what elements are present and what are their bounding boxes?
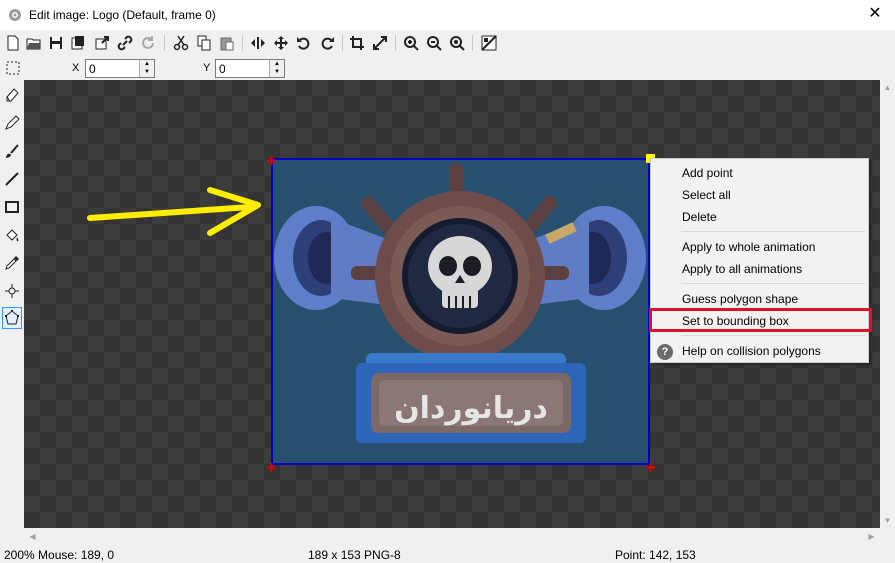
- copy-icon[interactable]: [194, 33, 214, 53]
- menu-separator: [681, 335, 865, 336]
- y-spinner-arrows[interactable]: ▲ ▼: [269, 60, 284, 77]
- menu-separator: [681, 283, 865, 284]
- status-size-format: 189 x 153 PNG-8: [308, 548, 401, 562]
- fill-icon[interactable]: [2, 224, 22, 246]
- paste-icon[interactable]: [217, 33, 237, 53]
- toolbar-separator: [164, 35, 165, 51]
- spin-down-icon[interactable]: ▼: [140, 68, 154, 76]
- annotation-arrow: [80, 185, 270, 240]
- crop-icon[interactable]: [347, 33, 367, 53]
- new-icon[interactable]: [3, 33, 23, 53]
- menu-item-guess-polygon[interactable]: Guess polygon shape: [651, 288, 868, 310]
- scroll-down-icon[interactable]: ▼: [880, 513, 895, 528]
- app-gear-icon: [7, 7, 23, 23]
- save-icon[interactable]: [46, 33, 66, 53]
- spin-up-icon[interactable]: ▲: [270, 60, 284, 68]
- menu-item-help-collision[interactable]: Help on collision polygons: [651, 340, 868, 362]
- menu-item-add-point[interactable]: Add point: [651, 162, 868, 184]
- menu-item-select-all[interactable]: Select all: [651, 184, 868, 206]
- context-menu: Add point Select all Delete Apply to who…: [650, 158, 869, 363]
- eyedropper-icon[interactable]: [2, 252, 22, 274]
- tools-bar: [0, 80, 24, 528]
- status-zoom-mouse: 200% Mouse: 189, 0: [4, 548, 115, 562]
- x-input[interactable]: [86, 60, 138, 77]
- zoom-in-icon[interactable]: [401, 33, 421, 53]
- y-spinner[interactable]: ▲▼: [215, 59, 285, 78]
- origin-icon[interactable]: [2, 280, 22, 302]
- rotate-right-icon[interactable]: [317, 33, 337, 53]
- bounding-box: [271, 158, 650, 465]
- window-title: Edit image: Logo (Default, frame 0): [29, 8, 216, 22]
- spin-down-icon[interactable]: ▼: [270, 68, 284, 76]
- title-bar: Edit image: Logo (Default, frame 0) ✕: [0, 0, 895, 30]
- pencil-icon[interactable]: [2, 112, 22, 134]
- toolbar-separator: [242, 35, 243, 51]
- cut-icon[interactable]: [171, 33, 191, 53]
- flip-horizontal-icon[interactable]: [248, 33, 268, 53]
- export-icon[interactable]: [92, 33, 112, 53]
- resize-icon[interactable]: [370, 33, 390, 53]
- highlight-box: [649, 308, 872, 332]
- close-button[interactable]: ✕: [855, 0, 895, 30]
- refresh-icon[interactable]: [138, 33, 158, 53]
- vertical-scrollbar[interactable]: ▲ ▼: [880, 80, 895, 528]
- link-icon[interactable]: [115, 33, 135, 53]
- horizontal-scrollbar[interactable]: ◀ ▶: [24, 528, 880, 545]
- image-settings-icon[interactable]: [479, 33, 499, 53]
- select-rect-icon[interactable]: [3, 58, 23, 78]
- y-label: Y: [203, 62, 211, 74]
- status-bar: 200% Mouse: 189, 0 189 x 153 PNG-8 Point…: [0, 545, 895, 563]
- scroll-left-icon[interactable]: ◀: [24, 528, 41, 545]
- main-toolbar: [0, 30, 895, 56]
- move-icon[interactable]: [271, 33, 291, 53]
- collision-point-handle[interactable]: [646, 461, 655, 472]
- toolbar-separator: [472, 35, 473, 51]
- eraser-icon[interactable]: [2, 83, 22, 105]
- collision-point-handle[interactable]: [267, 154, 276, 165]
- menu-item-apply-all-animations[interactable]: Apply to all animations: [651, 258, 868, 280]
- status-point: Point: 142, 153: [615, 548, 696, 562]
- menu-item-delete[interactable]: Delete: [651, 206, 868, 228]
- x-spinner[interactable]: ▲▼: [85, 59, 155, 78]
- save-as-icon[interactable]: [68, 33, 88, 53]
- open-icon[interactable]: [24, 33, 44, 53]
- x-label: X: [72, 62, 80, 74]
- coordinate-bar: X ▲▼ Y ▲▼: [0, 56, 895, 80]
- menu-item-apply-whole-animation[interactable]: Apply to whole animation: [651, 236, 868, 258]
- rotate-left-icon[interactable]: [294, 33, 314, 53]
- zoom-reset-icon[interactable]: [447, 33, 467, 53]
- spin-up-icon[interactable]: ▲: [140, 60, 154, 68]
- scroll-up-icon[interactable]: ▲: [880, 80, 895, 95]
- polygon-icon[interactable]: [2, 307, 22, 329]
- toolbar-separator: [342, 35, 343, 51]
- menu-separator: [681, 231, 865, 232]
- toolbar-separator: [395, 35, 396, 51]
- line-icon[interactable]: [2, 168, 22, 190]
- scroll-right-icon[interactable]: ▶: [863, 528, 880, 545]
- brush-icon[interactable]: [2, 140, 22, 162]
- x-spinner-arrows[interactable]: ▲ ▼: [139, 60, 154, 77]
- rectangle-icon[interactable]: [2, 196, 22, 218]
- zoom-out-icon[interactable]: [424, 33, 444, 53]
- collision-point-handle[interactable]: [267, 461, 276, 472]
- y-input[interactable]: [216, 60, 268, 77]
